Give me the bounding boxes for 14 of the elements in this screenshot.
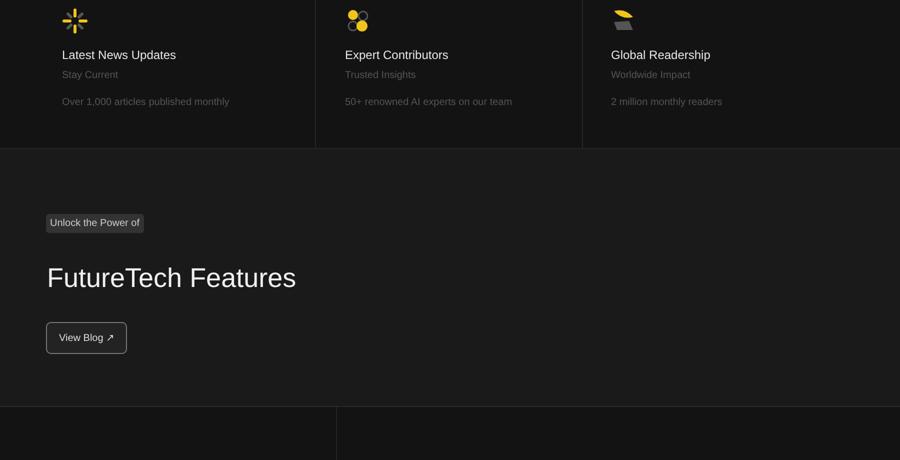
- feature-description: Over 1,000 articles published monthly: [62, 97, 230, 108]
- circles-icon: [345, 8, 371, 34]
- view-blog-button[interactable]: View Blog ↗: [46, 322, 128, 354]
- burst-icon: [62, 8, 88, 34]
- feature-title: Latest News Updates: [62, 48, 178, 62]
- feature-description: 2 million monthly readers: [611, 97, 724, 108]
- feature-subtitle: Worldwide Impact: [611, 70, 692, 81]
- feature-description: 50+ renowned AI experts on our team: [345, 97, 514, 108]
- hero-tag: Unlock the Power of: [46, 214, 144, 233]
- feature-subtitle: Stay Current: [62, 70, 120, 81]
- feature-subtitle: Trusted Insights: [345, 70, 417, 81]
- feature-title: Expert Contributors: [345, 48, 450, 62]
- feature-title: Global Readership: [611, 48, 712, 62]
- hero-heading: FutureTech Features: [47, 263, 298, 294]
